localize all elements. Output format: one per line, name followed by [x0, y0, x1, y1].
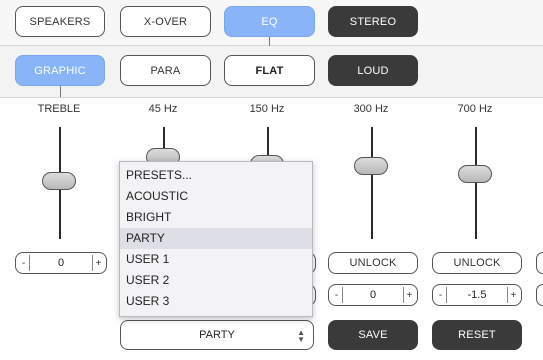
save-button[interactable]: SAVE — [328, 320, 418, 350]
mode-flat-button[interactable]: FLAT — [224, 55, 315, 86]
preset-option-acoustic[interactable]: ACOUSTIC — [120, 186, 312, 207]
mode-graphic-button[interactable]: GRAPHIC — [15, 55, 105, 86]
band-label-treble: TREBLE — [37, 103, 81, 115]
tab-speakers[interactable]: SPEAKERS — [15, 6, 105, 37]
preset-select[interactable]: PARTY ▲ ▼ — [120, 320, 314, 350]
select-arrows-icon: ▲ ▼ — [297, 328, 305, 344]
300hz-unlock-button[interactable]: UNLOCK — [328, 252, 418, 274]
preset-option-bright[interactable]: BRIGHT — [120, 207, 312, 228]
treble-value-stepper: - 0 + — [15, 252, 107, 274]
700hz-value[interactable]: -1.5 — [447, 289, 507, 301]
treble-increment-button[interactable]: + — [92, 255, 104, 271]
300hz-slider-knob[interactable] — [354, 157, 388, 175]
300hz-value[interactable]: 0 — [343, 289, 403, 301]
preset-select-value: PARTY — [199, 329, 235, 341]
tab-connector — [269, 37, 270, 46]
700hz-slider-knob[interactable] — [458, 165, 492, 183]
300hz-value-stepper: - 0 + — [328, 284, 418, 306]
preset-option-party[interactable]: PARTY — [120, 228, 312, 249]
mode-loud-button[interactable]: LOUD — [328, 55, 418, 86]
treble-decrement-button[interactable]: - — [18, 255, 30, 271]
preset-option-user-1[interactable]: USER 1 — [120, 249, 312, 270]
preset-option-user-3[interactable]: USER 3 — [120, 291, 312, 312]
preset-dropdown-list: PRESETS... ACOUSTIC BRIGHT PARTY USER 1 … — [119, 161, 313, 317]
700hz-slider-track[interactable] — [475, 127, 477, 239]
tab-stereo[interactable]: STEREO — [328, 6, 418, 37]
band-label-150hz: 150 Hz — [249, 103, 285, 115]
300hz-slider-track[interactable] — [371, 127, 373, 239]
preset-option-user-2[interactable]: USER 2 — [120, 270, 312, 291]
treble-slider-knob[interactable] — [42, 172, 76, 190]
band-label-45hz: 45 Hz — [148, 103, 178, 115]
mode-para-button[interactable]: PARA — [120, 55, 211, 86]
700hz-decrement-button[interactable]: - — [435, 287, 447, 303]
150hz-slider-track[interactable] — [267, 127, 269, 157]
mode-connector — [60, 86, 61, 97]
tab-eq[interactable]: EQ — [224, 6, 315, 37]
700hz-unlock-button[interactable]: UNLOCK — [432, 252, 522, 274]
300hz-decrement-button[interactable]: - — [331, 287, 343, 303]
next-stepper-clipped[interactable] — [536, 284, 543, 306]
700hz-value-stepper: - -1.5 + — [432, 284, 522, 306]
next-unlock-button-clipped[interactable] — [536, 252, 543, 274]
treble-value[interactable]: 0 — [30, 257, 92, 269]
band-label-700hz: 700 Hz — [457, 103, 493, 115]
700hz-increment-button[interactable]: + — [507, 287, 519, 303]
tab-x-over[interactable]: X-OVER — [120, 6, 211, 37]
300hz-increment-button[interactable]: + — [403, 287, 415, 303]
reset-button[interactable]: RESET — [432, 320, 522, 350]
preset-option-presets[interactable]: PRESETS... — [120, 165, 312, 186]
band-label-300hz: 300 Hz — [353, 103, 389, 115]
